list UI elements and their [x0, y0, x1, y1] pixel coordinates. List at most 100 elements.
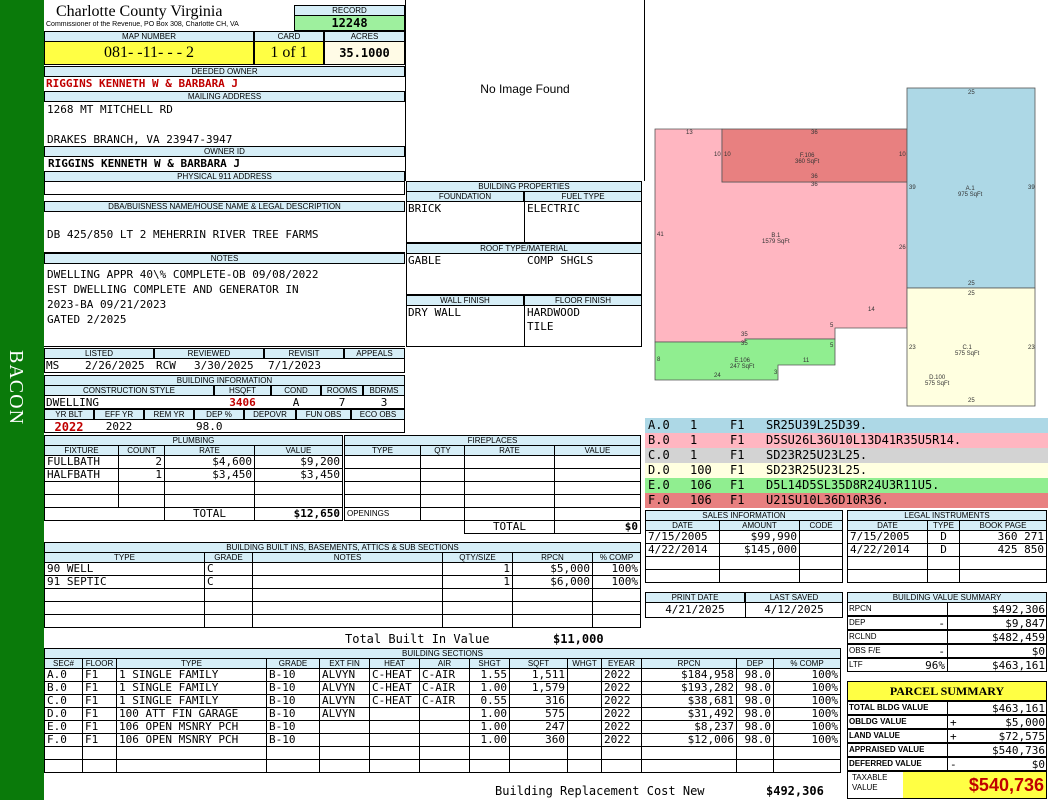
cell: 2022: [601, 681, 642, 695]
segment-qty: 1: [690, 448, 698, 462]
reviewed-by: RCW: [156, 359, 176, 372]
cell: [252, 575, 443, 589]
cell: D.0: [44, 707, 83, 721]
table-row: B.0 F1 1 SINGLE FAMILY B-10 ALVYN C-HEAT C-AIR…: [44, 681, 841, 695]
cell: [44, 746, 83, 760]
neighborhood-sidebar: BACON: [0, 0, 44, 800]
col-header: RPCN: [641, 658, 737, 669]
cell: [118, 507, 165, 521]
cell: 90 WELL: [44, 562, 205, 576]
sketch-dim: 5: [830, 323, 834, 329]
col-header: WHGT: [567, 658, 602, 669]
value-summary-value: $9,847: [1005, 617, 1045, 630]
cell: C-HEAT: [369, 694, 420, 708]
cell: $184,958: [641, 668, 737, 682]
col-header: VALUE: [254, 445, 343, 456]
cell: [44, 759, 83, 773]
cell: 100%: [773, 707, 841, 721]
cell: [464, 481, 555, 495]
parcel-key: APPRAISED VALUE: [849, 745, 925, 754]
cell: [419, 746, 470, 760]
cell: 2022: [601, 694, 642, 708]
sketch-dim: 39: [1028, 185, 1035, 191]
floor-value-1: HARDWOOD: [527, 306, 580, 319]
col-header: EYEAR: [601, 658, 642, 669]
segment-qty: 1: [690, 418, 698, 432]
cell: [799, 530, 843, 544]
cell: ALVYN: [319, 681, 370, 695]
no-image-text: No Image Found: [480, 82, 570, 96]
cell: $8,237: [641, 720, 737, 734]
print-date: 4/21/2025: [665, 603, 725, 616]
cell: 100%: [773, 733, 841, 747]
map-number-value: 081- -11- - - 2: [44, 41, 254, 65]
sketch-dim: 3: [774, 370, 778, 376]
col-header: SHGT: [469, 658, 510, 669]
parcel-divider: [947, 743, 948, 757]
cell: [641, 746, 737, 760]
col-header: RATE: [464, 445, 555, 456]
col-header: QTY: [420, 445, 465, 456]
record-value: 12248: [294, 15, 405, 31]
table-row: [44, 494, 343, 508]
notes-divider: [44, 346, 405, 347]
cell: 100%: [773, 668, 841, 682]
dep-value: 98.0: [196, 420, 223, 433]
value-summary-sign: -: [938, 617, 945, 630]
col-header: DEP: [736, 658, 774, 669]
cell: 1: [442, 575, 513, 589]
cell: [44, 481, 119, 495]
cell: [344, 494, 421, 508]
cell: [464, 507, 555, 521]
cell: 360 271: [959, 530, 1047, 544]
sketch-dim: 23: [909, 345, 916, 351]
cell: [252, 614, 443, 628]
cell: 1: [118, 468, 165, 482]
sketch-dim: 39: [909, 185, 916, 191]
cell: 1.00: [469, 733, 510, 747]
cell: B-10: [266, 720, 320, 734]
neighborhood-label: BACON: [5, 350, 27, 426]
cell: 106 OPEN MSNRY PCH: [116, 720, 267, 734]
cell: C-HEAT: [369, 681, 420, 695]
cell: B-10: [266, 694, 320, 708]
cell: 1: [442, 562, 513, 576]
fireplaces-total-label: TOTAL: [464, 520, 555, 534]
cell: FULLBATH: [44, 455, 119, 469]
cell: 2022: [601, 733, 642, 747]
building-sections-table: SEC# FLOOR TYPE GRADE EXT FIN HEAT AIR SHGT SQFT…: [44, 658, 841, 773]
cell: [204, 588, 253, 602]
cell: C: [204, 575, 253, 589]
segment-row: F.0 106 F1 U21SU10L36D10R36.: [645, 493, 1048, 508]
col-header: RPCN: [512, 552, 593, 563]
cell: 7/15/2005: [847, 530, 928, 544]
cell: [799, 556, 843, 570]
segment-desc: SR25U39L25D39.: [766, 418, 868, 432]
cell: 1.00: [469, 681, 510, 695]
parcel-summary-header: PARCEL SUMMARY: [847, 681, 1047, 701]
bdrms-value: 3: [380, 396, 388, 409]
table-row: 7/15/2005 D 360 271: [847, 530, 1047, 544]
openings-label: OPENINGS: [344, 507, 421, 521]
col-header: COUNT: [118, 445, 165, 456]
table-row: 4/22/2014 D 425 850: [847, 543, 1047, 557]
table-row: [44, 601, 641, 615]
sketch-dim: 8: [657, 357, 661, 363]
cell: C.0: [44, 694, 83, 708]
cell: [469, 746, 510, 760]
col-header: TYPE: [344, 445, 421, 456]
legal-desc-header: DBA/BUISNESS NAME/HOUSE NAME & LEGAL DES…: [44, 201, 405, 212]
cell: [44, 494, 119, 508]
rooms-value: 7: [338, 396, 346, 409]
cell: [419, 707, 470, 721]
plumbing-total-label: TOTAL: [164, 507, 255, 521]
segment-row: C.0 1 F1 SD23R25U23L25.: [645, 448, 1048, 463]
segment-code: D.0: [648, 463, 670, 477]
cell: 360: [509, 733, 568, 747]
cell: ALVYN: [319, 707, 370, 721]
sketch-dim: 36: [811, 130, 818, 136]
sketch-dim: 23: [1028, 345, 1035, 351]
col-header: GRADE: [204, 552, 253, 563]
cell: 247: [509, 720, 568, 734]
table-row: [44, 481, 343, 495]
